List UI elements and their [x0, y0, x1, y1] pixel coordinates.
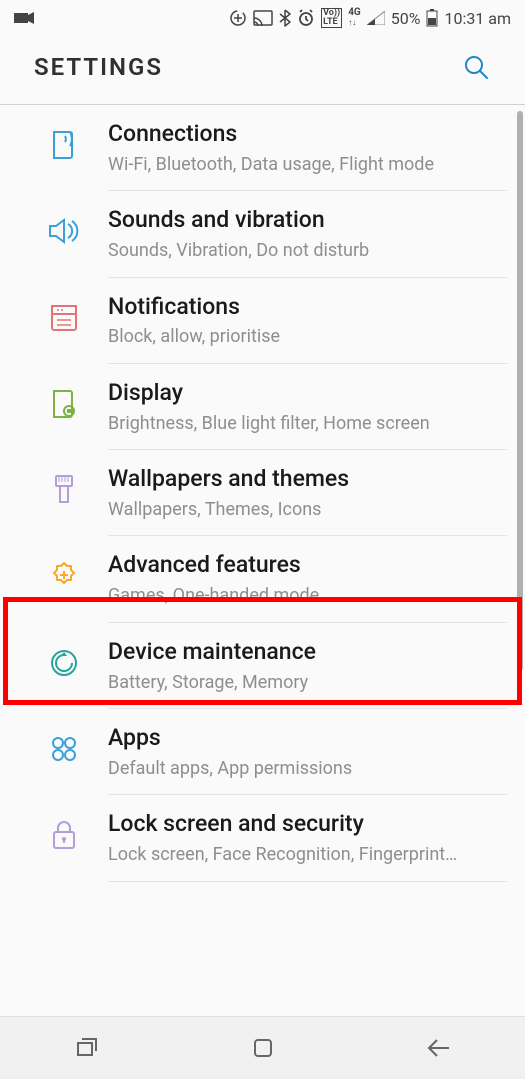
bluetooth-icon — [279, 9, 291, 27]
item-title: Display — [108, 378, 507, 408]
item-subtitle: Lock screen, Face Recognition, Fingerpri… — [108, 843, 507, 866]
android-nav-bar — [0, 1016, 525, 1079]
advanced-icon — [34, 556, 94, 596]
recents-button[interactable] — [68, 1028, 108, 1068]
item-display[interactable]: Display Brightness, Blue light filter, H… — [0, 364, 525, 449]
camera-icon — [14, 11, 34, 25]
lock-icon — [34, 815, 94, 855]
item-notifications[interactable]: Notifications Block, allow, prioritise — [0, 278, 525, 363]
notifications-icon — [34, 298, 94, 338]
page-title: SETTINGS — [34, 53, 163, 81]
item-title: Lock screen and security — [108, 809, 507, 839]
wallpapers-icon — [34, 470, 94, 510]
search-icon — [462, 53, 490, 81]
item-title: Notifications — [108, 292, 507, 322]
network-4g-icon: 4G↑↓ — [348, 8, 361, 28]
item-sounds[interactable]: Sounds and vibration Sounds, Vibration, … — [0, 191, 525, 276]
item-title: Connections — [108, 119, 507, 149]
display-icon — [34, 384, 94, 424]
cast-icon — [253, 10, 273, 26]
connections-icon — [34, 125, 94, 165]
home-icon — [251, 1036, 275, 1060]
clock: 10:31 am — [444, 9, 511, 28]
item-connections[interactable]: Connections Wi-Fi, Bluetooth, Data usage… — [0, 105, 525, 190]
item-subtitle: Block, allow, prioritise — [108, 325, 507, 348]
item-title: Apps — [108, 723, 507, 753]
apps-icon — [34, 729, 94, 769]
item-wallpapers-themes[interactable]: Wallpapers and themes Wallpapers, Themes… — [0, 450, 525, 535]
status-bar: Vo))LTE 4G↑↓ 50% 10:31 am — [0, 0, 525, 36]
data-saver-icon — [229, 9, 247, 27]
recents-icon — [74, 1037, 102, 1059]
item-subtitle: Wi-Fi, Bluetooth, Data usage, Flight mod… — [108, 153, 507, 176]
app-header: SETTINGS — [0, 36, 525, 104]
item-title: Device maintenance — [108, 637, 507, 667]
settings-list-container: Connections Wi-Fi, Bluetooth, Data usage… — [0, 105, 525, 1073]
home-button[interactable] — [243, 1028, 283, 1068]
item-title: Sounds and vibration — [108, 205, 507, 235]
battery-percent: 50% — [391, 9, 421, 28]
item-subtitle: Battery, Storage, Memory — [108, 671, 507, 694]
item-divider — [108, 881, 507, 882]
maintenance-icon — [34, 643, 94, 683]
sounds-icon — [34, 211, 94, 251]
item-title: Wallpapers and themes — [108, 464, 507, 494]
item-subtitle: Brightness, Blue light filter, Home scre… — [108, 412, 507, 435]
volte-icon: Vo))LTE — [321, 8, 342, 28]
status-left — [14, 11, 34, 25]
item-title: Advanced features — [108, 550, 507, 580]
item-apps[interactable]: Apps Default apps, App permissions — [0, 709, 525, 794]
search-button[interactable] — [461, 52, 491, 82]
back-button[interactable] — [418, 1028, 458, 1068]
item-subtitle: Wallpapers, Themes, Icons — [108, 498, 507, 521]
item-lock-screen[interactable]: Lock screen and security Lock screen, Fa… — [0, 795, 525, 880]
item-subtitle: Sounds, Vibration, Do not disturb — [108, 239, 507, 262]
item-subtitle: Games, One-handed mode — [108, 584, 507, 607]
battery-icon — [426, 9, 438, 27]
back-icon — [425, 1037, 451, 1059]
signal-icon — [367, 11, 385, 25]
item-device-maintenance[interactable]: Device maintenance Battery, Storage, Mem… — [0, 623, 525, 708]
alarm-icon — [297, 9, 315, 27]
item-subtitle: Default apps, App permissions — [108, 757, 507, 780]
status-right: Vo))LTE 4G↑↓ 50% 10:31 am — [229, 8, 511, 28]
settings-list: Connections Wi-Fi, Bluetooth, Data usage… — [0, 105, 525, 882]
item-advanced[interactable]: Advanced features Games, One-handed mode — [0, 536, 525, 621]
